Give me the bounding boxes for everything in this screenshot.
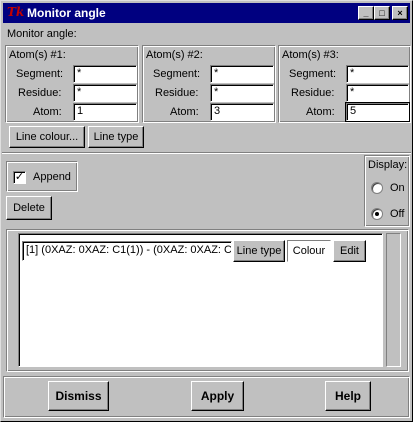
delete-button[interactable]: Delete <box>6 196 52 220</box>
monitor-list[interactable]: [1] (0XAZ: 0XAZ: C1(1)) - (0XAZ: 0XAZ: C… <box>18 233 383 367</box>
footer-bar: Dismiss Apply Help <box>3 376 410 418</box>
display-on-radio[interactable] <box>371 182 383 194</box>
residue-field[interactable]: * <box>73 84 137 102</box>
atom-group-2: Atom(s) #2: Segment: * Residue: * Atom: … <box>142 45 276 123</box>
monitor-angle-window: Tk Monitor angle _ □ × Monitor angle: At… <box>0 0 413 422</box>
residue-field[interactable]: * <box>210 84 274 102</box>
monitor-description: [1] (0XAZ: 0XAZ: C1(1)) - (0XAZ: 0XAZ: C <box>22 241 232 261</box>
help-button[interactable]: Help <box>325 381 371 411</box>
atom-group-3: Atom(s) #3: Segment: * Residue: * Atom: … <box>278 45 411 123</box>
residue-label: Residue: <box>291 87 335 99</box>
segment-label: Segment: <box>289 68 337 80</box>
monitor-list-frame: [1] (0XAZ: 0XAZ: C1(1)) - (0XAZ: 0XAZ: C… <box>6 229 409 372</box>
minimize-button[interactable]: _ <box>358 6 374 20</box>
display-off-radio[interactable] <box>371 208 383 220</box>
window-title: Monitor angle <box>27 6 106 20</box>
apply-button[interactable]: Apply <box>191 381 244 411</box>
segment-label: Segment: <box>153 68 201 80</box>
atom-group-1: Atom(s) #1: Segment: * Residue: * Atom: … <box>5 45 139 123</box>
residue-field[interactable]: * <box>346 84 409 102</box>
list-item[interactable]: [1] (0XAZ: 0XAZ: C1(1)) - (0XAZ: 0XAZ: C… <box>22 238 381 262</box>
radio-selected-dot <box>375 212 379 216</box>
residue-label: Residue: <box>155 87 199 99</box>
residue-label: Residue: <box>18 87 62 99</box>
line-type-button[interactable]: Line type <box>88 126 144 148</box>
maximize-button[interactable]: □ <box>374 6 390 20</box>
atom-field[interactable]: 5 <box>345 102 410 122</box>
display-on-label: On <box>390 182 405 194</box>
segment-label: Segment: <box>16 68 64 80</box>
monitor-angle-label: Monitor angle: <box>7 28 77 40</box>
tk-logo-icon: Tk <box>7 5 25 20</box>
segment-field[interactable]: * <box>210 65 274 83</box>
separator <box>2 152 411 154</box>
list-colour-button[interactable]: Colour <box>287 240 331 262</box>
atom-group-heading: Atom(s) #1: <box>9 49 66 61</box>
list-line-type-button[interactable]: Line type <box>233 240 285 262</box>
display-label: Display: <box>368 159 408 171</box>
close-button[interactable]: × <box>392 6 408 20</box>
atom-label: Atom: <box>306 106 335 118</box>
atom-field[interactable]: 1 <box>73 103 137 121</box>
atom-label: Atom: <box>170 106 199 118</box>
append-checkbox[interactable]: ✓ <box>13 171 26 184</box>
atom-group-heading: Atom(s) #2: <box>146 49 203 61</box>
list-edit-button[interactable]: Edit <box>333 240 366 262</box>
atom-field[interactable]: 3 <box>210 103 274 121</box>
title-bar[interactable]: Tk Monitor angle _ □ × <box>3 3 410 23</box>
append-label: Append <box>33 171 71 183</box>
segment-field[interactable]: * <box>346 65 409 83</box>
append-group: ✓ Append <box>6 161 78 192</box>
display-off-label: Off <box>390 208 405 220</box>
list-scrollbar[interactable] <box>386 233 401 367</box>
atom-label: Atom: <box>33 106 62 118</box>
dismiss-button[interactable]: Dismiss <box>48 381 109 411</box>
atom-group-heading: Atom(s) #3: <box>282 49 339 61</box>
segment-field[interactable]: * <box>73 65 137 83</box>
line-colour-button[interactable]: Line colour... <box>9 126 85 148</box>
display-group: Display: On Off <box>364 155 410 227</box>
